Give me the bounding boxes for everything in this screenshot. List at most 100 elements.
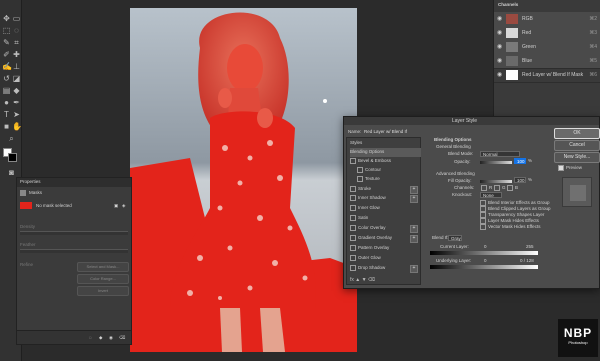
style-item-bevel-emboss[interactable]: Bevel & Emboss (350, 157, 420, 166)
eye-icon[interactable]: ◉ (497, 54, 502, 68)
style-item-gradient-overlay[interactable]: Gradient Overlay + (350, 234, 420, 243)
channel-row-blue[interactable]: ◉ Blue ⌘5 (494, 54, 600, 69)
move-tool-icon[interactable]: ✥ (2, 14, 11, 23)
feather-slider[interactable] (20, 249, 128, 253)
pen-tool-icon[interactable]: ✒ (12, 98, 21, 107)
eye-icon[interactable]: ◉ (497, 68, 502, 82)
color-range-button[interactable]: Color Range... (77, 274, 129, 284)
checkbox[interactable] (350, 254, 356, 261)
brush-tool-icon[interactable]: ✍ (2, 62, 12, 71)
fill-opacity-field[interactable]: 100 (514, 177, 526, 183)
checkbox[interactable] (350, 204, 356, 211)
blur-tool-icon[interactable]: ◆ (12, 86, 21, 95)
visibility-eye-icon[interactable]: ◉ (109, 335, 113, 341)
percent-sign: % (528, 177, 533, 182)
add-icon[interactable]: + (410, 265, 418, 273)
checkbox[interactable] (350, 264, 356, 271)
style-item-color-overlay[interactable]: Color Overlay + (350, 224, 420, 233)
style-item-inner-glow[interactable]: Inner Glow (350, 204, 420, 213)
layer-name-field[interactable]: Red Layer w/ Blend If (362, 129, 422, 135)
dodge-tool-icon[interactable]: ● (2, 98, 11, 107)
channel-b-checkbox[interactable]: B (507, 185, 518, 191)
opacity-slider[interactable] (480, 161, 512, 164)
eye-icon[interactable]: ◉ (497, 26, 502, 40)
gradient-tool-icon[interactable]: ▤ (2, 86, 11, 95)
preview-checkbox[interactable]: Preview (558, 165, 582, 171)
ok-button[interactable]: OK (554, 128, 600, 139)
knockout-select[interactable]: None (480, 192, 502, 198)
crop-tool-icon[interactable]: ⌗ (12, 38, 21, 47)
hand-tool-icon[interactable]: ✋ (12, 122, 22, 131)
channel-row-red[interactable]: ◉ Red ⌘3 (494, 26, 600, 41)
checkbox[interactable] (357, 166, 363, 173)
channel-g-checkbox[interactable]: G (494, 185, 506, 191)
selection-from-mask-icon[interactable]: ◌ (89, 335, 92, 341)
channel-row-alpha-mask[interactable]: ◉ Red Layer w/ Blend If Mask ⌘6 (494, 68, 600, 83)
checkbox[interactable] (350, 157, 356, 164)
fill-opacity-slider[interactable] (480, 180, 512, 183)
channel-row-rgb[interactable]: ◉ RGB ⌘2 (494, 12, 600, 27)
artboard-tool-icon[interactable]: ▭ (12, 14, 21, 23)
cancel-button[interactable]: Cancel (554, 140, 600, 151)
zoom-tool-icon[interactable]: ⌕ (7, 134, 16, 143)
healing-tool-icon[interactable]: ✚ (12, 50, 21, 59)
background-color-swatch[interactable] (8, 153, 17, 162)
add-icon[interactable]: + (410, 195, 418, 203)
eraser-tool-icon[interactable]: ◪ (12, 74, 21, 83)
style-item-satin[interactable]: Satin (350, 214, 420, 223)
vector-mask-icon[interactable]: ◈ (122, 203, 125, 209)
checkbox[interactable] (350, 194, 356, 201)
stamp-tool-icon[interactable]: ⊥ (12, 62, 21, 71)
shape-tool-icon[interactable]: ■ (2, 122, 11, 131)
checkbox[interactable] (350, 244, 356, 251)
path-select-tool-icon[interactable]: ➤ (12, 110, 21, 119)
style-item-stroke[interactable]: Stroke + (350, 185, 420, 194)
style-item-outer-glow[interactable]: Outer Glow (350, 254, 420, 263)
select-and-mask-button[interactable]: Select and Mask... (77, 262, 129, 272)
checkbox[interactable] (350, 234, 356, 241)
current-layer-gradient[interactable] (430, 251, 538, 255)
checkbox[interactable] (350, 214, 356, 221)
opacity-field[interactable]: 100 (514, 158, 526, 164)
eyedropper-tool-icon[interactable]: ✐ (2, 50, 11, 59)
style-item-texture[interactable]: Texture (357, 175, 427, 184)
trash-icon[interactable]: ⌫ (119, 335, 125, 341)
style-item-pattern-overlay[interactable]: Pattern Overlay (350, 244, 420, 253)
marquee-tool-icon[interactable]: ⬚ (2, 26, 11, 35)
add-icon[interactable]: + (410, 235, 418, 243)
style-item-label: Gradient Overlay (358, 235, 393, 240)
lasso-tool-icon[interactable]: ◌ (12, 26, 21, 35)
blend-mode-select[interactable]: Normal (480, 151, 520, 157)
eye-icon[interactable]: ◉ (497, 40, 502, 54)
channel-row-green[interactable]: ◉ Green ⌘4 (494, 40, 600, 55)
density-slider[interactable] (20, 231, 128, 235)
style-item-drop-shadow[interactable]: Drop Shadow + (350, 264, 420, 273)
checkbox[interactable] (350, 185, 356, 192)
blending-options-item[interactable]: Blending Options (350, 148, 421, 157)
checkbox[interactable] (350, 224, 356, 231)
eye-icon[interactable]: ◉ (497, 12, 502, 26)
option-vector-mask-hides[interactable]: Vector Mask Hides Effects (480, 224, 540, 230)
quick-select-tool-icon[interactable]: ✎ (2, 38, 11, 47)
checkbox[interactable] (480, 224, 486, 230)
document-canvas[interactable] (130, 8, 357, 352)
add-icon[interactable]: + (410, 225, 418, 233)
knockout-label: Knockout: (452, 192, 473, 197)
quick-mask-icon[interactable]: ◙ (7, 168, 16, 177)
history-brush-icon[interactable]: ↺ (2, 74, 11, 83)
type-tool-icon[interactable]: T (2, 110, 11, 119)
style-item-inner-shadow[interactable]: Inner Shadow + (350, 194, 420, 203)
styles-header[interactable]: Styles (350, 140, 362, 146)
style-item-contour[interactable]: Contour (357, 166, 427, 175)
blend-if-select[interactable]: Gray (448, 235, 462, 241)
pixel-mask-icon[interactable]: ▣ (114, 203, 118, 209)
fx-icon[interactable]: fx ▲ ▼ ⌫ (350, 277, 375, 283)
apply-mask-icon[interactable]: ◆ (99, 335, 102, 341)
layer-style-dialog: Layer Style Name: Red Layer w/ Blend If … (343, 116, 600, 289)
underlying-layer-gradient[interactable] (430, 265, 538, 269)
add-icon[interactable]: + (410, 186, 418, 194)
invert-button[interactable]: Invert (77, 286, 129, 296)
new-style-button[interactable]: New Style... (554, 152, 600, 163)
channel-r-checkbox[interactable]: R (481, 185, 492, 191)
checkbox[interactable] (357, 175, 363, 182)
